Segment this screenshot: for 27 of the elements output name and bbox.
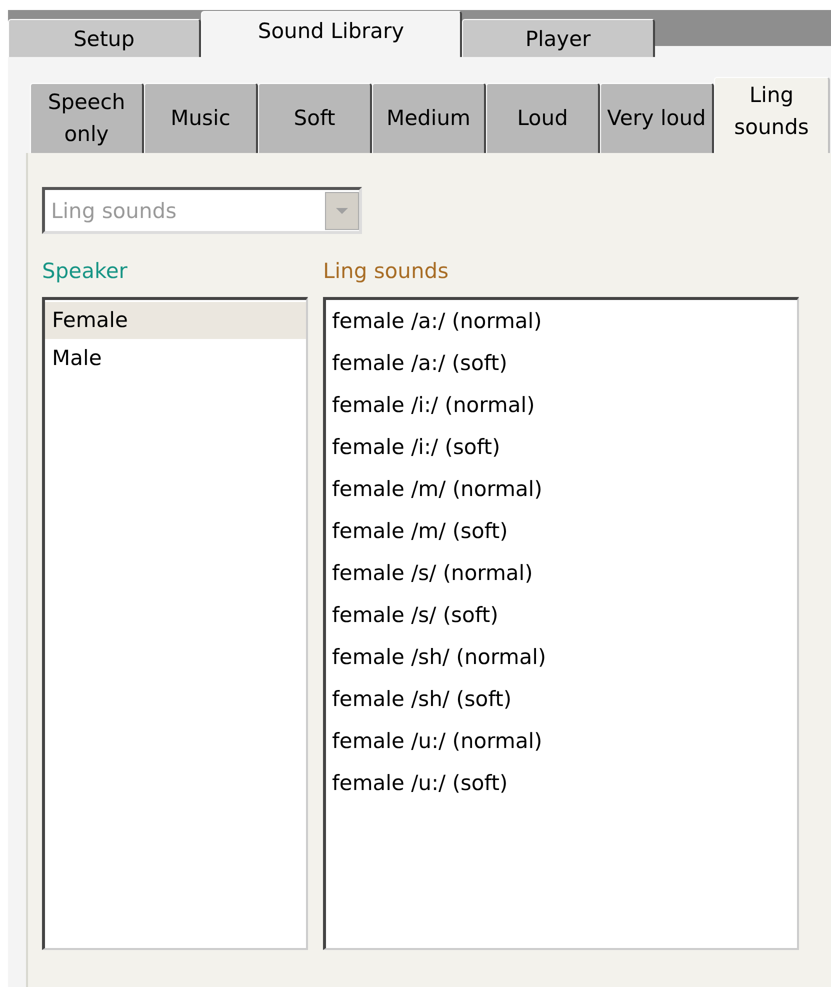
sound-item[interactable]: female /i:/ (normal) <box>326 386 797 428</box>
main-tab[interactable]: Player <box>462 19 655 57</box>
category-tab[interactable]: Soft <box>258 83 372 153</box>
sound-item[interactable]: female /a:/ (soft) <box>326 344 797 386</box>
caret-icon <box>335 206 349 214</box>
sound-item[interactable]: female /a:/ (normal) <box>326 302 797 344</box>
category-tab[interactable]: Ling sounds <box>714 77 830 153</box>
sound-item[interactable]: female /m/ (soft) <box>326 512 797 554</box>
sounds-label: Ling sounds <box>323 258 450 284</box>
sound-item[interactable]: female /i:/ (soft) <box>326 428 797 470</box>
category-tab[interactable]: Medium <box>372 83 486 153</box>
category-tab[interactable]: Loud <box>486 83 600 153</box>
sound-item[interactable]: female /u:/ (soft) <box>326 764 797 806</box>
category-tab[interactable]: Very loud <box>600 83 714 153</box>
main-tab[interactable]: Sound Library <box>201 11 462 57</box>
sound-item[interactable]: female /u:/ (normal) <box>326 722 797 764</box>
sound-item[interactable]: female /sh/ (normal) <box>326 638 797 680</box>
sound-item[interactable]: female /s/ (soft) <box>326 596 797 638</box>
main-tab[interactable]: Setup <box>8 19 201 57</box>
speaker-label: Speaker <box>42 258 128 284</box>
speaker-item[interactable]: Male <box>45 339 306 381</box>
category-tab[interactable]: Speech only <box>30 83 144 153</box>
category-tab[interactable]: Music <box>144 83 258 153</box>
speaker-item[interactable]: Female <box>45 302 306 339</box>
sound-item[interactable]: female /sh/ (soft) <box>326 680 797 722</box>
sound-item[interactable]: female /s/ (normal) <box>326 554 797 596</box>
sound-item[interactable]: female /m/ (normal) <box>326 470 797 512</box>
